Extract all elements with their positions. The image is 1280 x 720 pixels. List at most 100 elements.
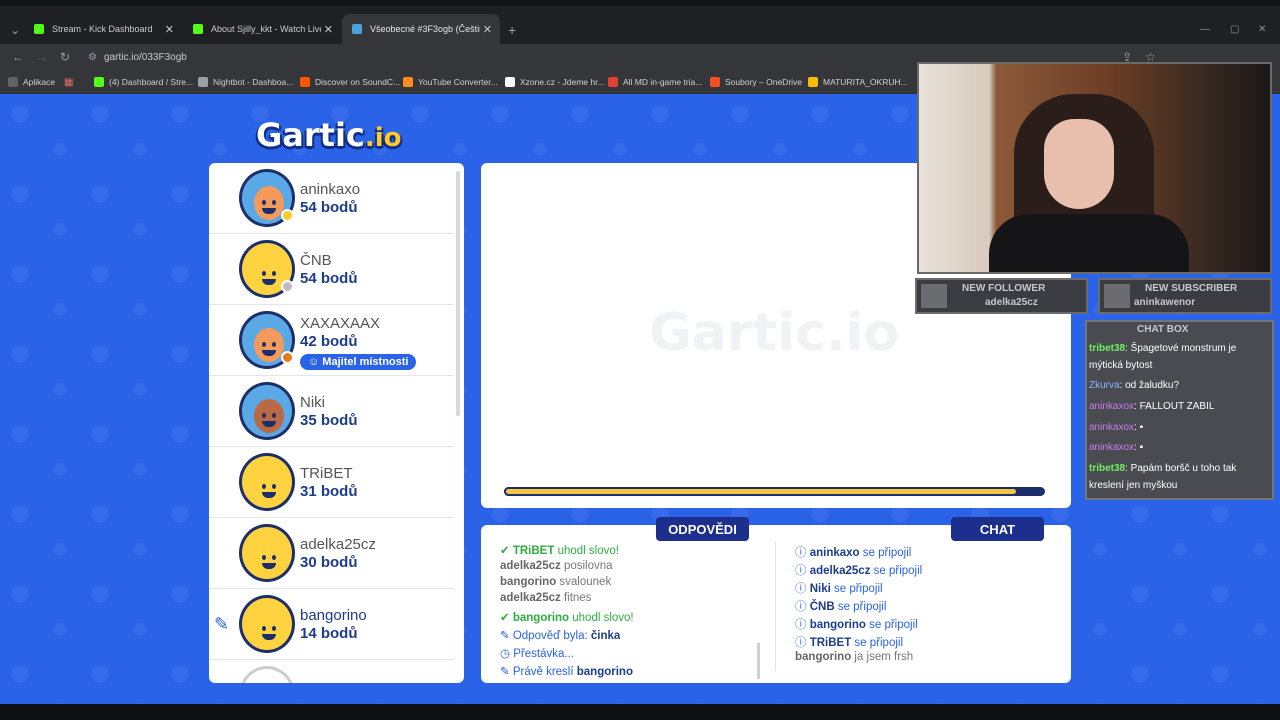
stream-chat-message: aninkaxox: FALLOUT ZABIL [1089,401,1215,412]
chat-item: ⓘ ČNB se připojil [795,601,887,613]
apps-icon [8,77,18,87]
player-points: 42 bodů [300,333,358,350]
avatar [239,382,295,440]
tab-answers[interactable]: ODPOVĚDI [656,517,749,541]
avatar [239,524,295,582]
player-row-drawing[interactable]: ✎ bangorino 14 bodů [209,589,454,660]
info-icon: ⓘ [795,583,810,595]
back-icon[interactable]: ← [12,50,24,64]
info-icon: ⓘ [795,601,810,613]
player-name: Niki [300,394,325,411]
player-row-partial [209,660,454,683]
bookmark-grid[interactable]: ▦ [64,77,73,88]
player-row[interactable]: adelka25cz 30 bodů [209,518,454,589]
stream-chatbox: CHAT BOX tribet38: Špagetové monstrum je… [1085,320,1274,500]
grid-icon: ▦ [64,77,74,88]
bookmark-md-trials[interactable]: All MD in-game tria... [608,77,702,87]
maximize-icon[interactable]: ▢ [1230,24,1239,35]
player-row[interactable]: aninkaxo 54 bodů [209,163,454,234]
md-icon [608,77,618,87]
new-tab-icon[interactable]: + [508,22,516,38]
player-points: 35 bodů [300,412,358,429]
site-info-icon[interactable]: ⚙ [88,52,97,63]
answer-item: ✔ TRiBET uhodl slovo! [500,545,619,557]
player-name: XAXAXAAX [300,315,381,332]
chat-item: ⓘ bangorino se připojil [795,619,918,631]
bookmark-dashboard[interactable]: (4) Dashboard / Stre... [94,77,193,87]
close-icon[interactable]: ✕ [324,23,333,36]
player-row[interactable]: Niki 35 bodů [209,376,454,447]
stream-chat-message: Zkurva: od žaludku? [1089,380,1180,391]
answer-item: ✔ bangorino uhodl slovo! [500,612,634,624]
answer-item: bangorino svalounek [500,576,612,588]
kick-icon [193,24,203,34]
bookmark-maturita[interactable]: MATURITA_OKRUH... [808,77,908,87]
answer-item: adelka25cz fitnes [500,592,592,604]
new-follower-widget: NEW FOLLOWER adelka25cz [915,278,1088,314]
checkmark-icon: ✔ [500,545,513,557]
tab-kick-about[interactable]: About Sjilly_kkt - Watch Live or ✕ [183,14,341,44]
player-name: ČNB [300,252,332,269]
canvas-watermark: Gartic.io [649,303,900,363]
answer-item: ✎ Právě kreslí bangorino [500,666,633,678]
player-row[interactable]: XAXAXAAX 42 bodů ☺ Majitel místnosti [209,305,454,376]
reload-icon[interactable]: ↻ [60,50,70,64]
chatbox-title: CHAT BOX [1137,324,1189,335]
webcam-overlay [917,62,1272,274]
xzone-icon [505,77,515,87]
info-icon: ⓘ [795,547,810,559]
crown-icon: ☺ [308,356,323,368]
pencil-icon: ✎ [500,666,513,678]
gartic-logo: Gartic.io [256,116,402,154]
heart-icon [921,284,947,308]
clock-icon: ◷ [500,648,514,660]
chat-item: bangorino ja jsem frsh [795,651,914,663]
stream-chat-message: aninkaxox: ▪ [1089,422,1144,433]
nightbot-icon [198,77,208,87]
player-points: 14 bodů [300,625,358,642]
tab-chat[interactable]: CHAT [951,517,1044,541]
panel-divider [775,541,776,671]
forward-icon[interactable]: → [36,50,48,64]
answer-item: ✎ Odpověď byla: činka [500,630,621,642]
pencil-icon: ✎ [500,630,513,642]
player-row[interactable]: TRiBET 31 bodů [209,447,454,518]
tab-gartic[interactable]: Všeobecné #3F3ogb (Čeština) ✕ [342,14,500,44]
avatar [239,453,295,511]
avatar [239,595,295,653]
player-points: 54 bodů [300,199,358,216]
player-name: TRiBET [300,465,353,482]
player-row[interactable]: ČNB 54 bodů [209,234,454,305]
bookmark-youtube-converter[interactable]: YouTube Converter... [403,77,498,87]
close-window-icon[interactable]: ✕ [1258,24,1266,35]
gartic-icon [352,24,362,34]
bookmark-apps[interactable]: Aplikace [8,77,55,87]
close-icon[interactable]: ✕ [165,23,174,36]
emote-icon: ▪ [1139,422,1144,433]
bookmark-xzone[interactable]: Xzone.cz - Jdeme hr... [505,77,605,87]
close-icon[interactable]: ✕ [483,23,492,36]
answer-item: ◷ Přestávka... [500,648,574,660]
pencil-icon: ✎ [214,614,230,634]
tab-list-icon[interactable]: ⌄ [10,23,20,37]
chat-item: ⓘ aninkaxo se připojil [795,547,912,559]
answers-scrollbar[interactable] [757,643,760,679]
tab-kick-dashboard[interactable]: Stream - Kick Dashboard ✕ [24,14,182,44]
bookmark-nightbot[interactable]: Nightbot - Dashboa... [198,77,293,87]
drive-icon [808,77,818,87]
bookmark-onedrive[interactable]: Soubory – OneDrive [710,77,802,87]
player-name: adelka25cz [300,536,376,553]
info-icon: ⓘ [795,637,810,649]
player-name: bangorino [300,607,367,624]
player-points: 30 bodů [300,554,358,571]
player-list: aninkaxo 54 bodů ČNB 54 bodů XAXAXAAX 42… [209,163,464,683]
stream-chat-message: tribet38: Papám boršč u toho tak kreslen… [1089,463,1237,491]
stream-chat-message: tribet38: Špagetové monstrum je mýtická … [1089,343,1237,371]
answer-item: adelka25cz posilovna [500,560,613,572]
info-icon: ⓘ [795,619,810,631]
url-field[interactable]: gartic.io/033F3ogb [104,52,187,63]
bookmark-soundcloud[interactable]: Discover on SoundC... [300,77,400,87]
room-owner-badge: ☺ Majitel místnosti [300,354,417,370]
minimize-icon[interactable]: — [1200,24,1210,35]
player-list-scrollbar[interactable] [456,171,460,416]
